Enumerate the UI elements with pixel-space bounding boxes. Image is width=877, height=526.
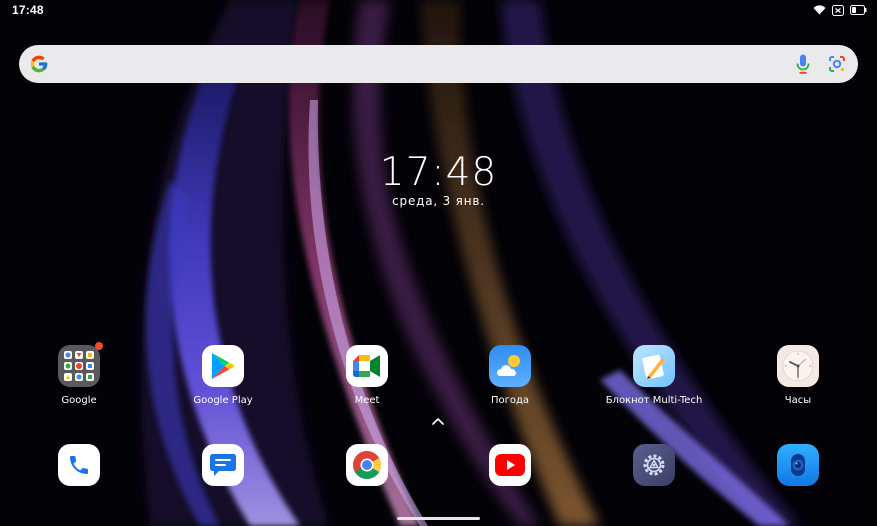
battery-saver-icon [832, 4, 844, 16]
chrome-icon [346, 444, 388, 486]
status-time: 17:48 [12, 3, 44, 17]
battery-icon [850, 5, 867, 15]
dock-settings[interactable] [594, 444, 714, 486]
settings-icon [633, 444, 675, 486]
google-folder-icon [58, 342, 103, 387]
google-g-icon [30, 55, 48, 73]
app-label: Google Play [193, 395, 253, 406]
messages-icon [202, 444, 244, 486]
app-label: Блокнот Multi-Tech [605, 395, 703, 406]
youtube-icon [489, 444, 531, 486]
app-drawer-chevron-icon[interactable] [431, 416, 445, 426]
dock-messages[interactable] [163, 444, 283, 486]
status-icons [813, 4, 867, 16]
notepad-icon [633, 345, 675, 387]
status-bar: 17:48 [0, 0, 877, 20]
app-label: Meet [354, 395, 380, 406]
google-search-bar[interactable] [19, 45, 858, 83]
app-google-play[interactable]: Google Play [163, 345, 283, 406]
app-label: Погода [490, 395, 530, 406]
dock-chrome[interactable] [307, 444, 427, 486]
mic-icon[interactable] [796, 54, 810, 74]
app-clock[interactable]: Часы [738, 345, 858, 406]
weather-icon [489, 345, 531, 387]
app-label: Google [61, 395, 97, 406]
app-notepad[interactable]: Блокнот Multi-Tech [594, 345, 714, 406]
dock-phone[interactable] [19, 444, 139, 486]
dock-camera[interactable] [738, 444, 858, 486]
app-label: Часы [784, 395, 812, 406]
gesture-navigation-handle[interactable] [397, 517, 480, 520]
google-lens-icon[interactable] [828, 55, 846, 73]
app-google-folder[interactable]: Google [19, 342, 139, 406]
clock-icon [777, 345, 819, 387]
home-screen: 17:48 17:48 среда, 3 янв. Google Google … [0, 0, 877, 526]
play-store-icon [202, 345, 244, 387]
clock-widget-date[interactable]: среда, 3 янв. [0, 194, 877, 208]
notification-badge [95, 342, 103, 350]
meet-icon [346, 345, 388, 387]
phone-icon [58, 444, 100, 486]
camera-icon [777, 444, 819, 486]
app-meet[interactable]: Meet [307, 345, 427, 406]
wifi-icon [813, 5, 826, 15]
clock-widget-time[interactable]: 17:48 [0, 150, 877, 195]
dock-youtube[interactable] [450, 444, 570, 486]
app-weather[interactable]: Погода [450, 345, 570, 406]
